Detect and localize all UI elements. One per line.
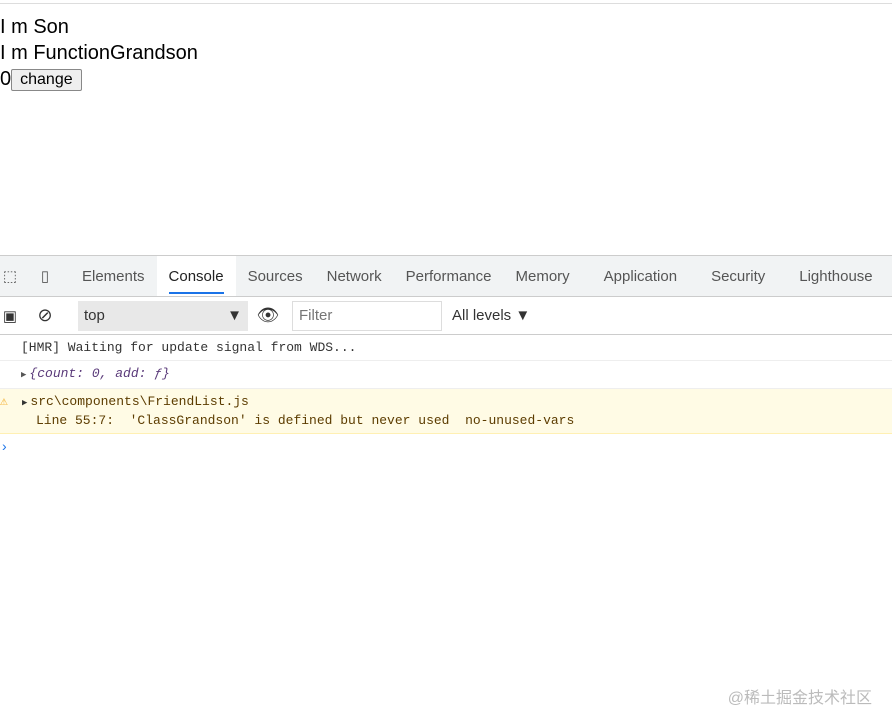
watermark: @稀土掘金技术社区 [727, 690, 872, 707]
grandson-text: I m FunctionGrandson [0, 42, 198, 64]
devtools-panel: ⬚ ▯ Elements Console Sources Network Per… [0, 255, 892, 724]
context-value: top [84, 307, 105, 324]
object-preview: {count: 0, add: ƒ} [29, 366, 170, 381]
inspect-element-icon[interactable]: ⬚ [0, 267, 20, 285]
expand-triangle-icon[interactable]: ▶ [21, 370, 26, 380]
console-warning: ⚠ ▶ src\components\FriendList.js Line 55:… [0, 389, 892, 434]
tab-application[interactable]: Application [592, 256, 699, 296]
tab-performance[interactable]: Performance [394, 256, 504, 296]
tab-console[interactable]: Console [156, 256, 236, 296]
tab-elements[interactable]: Elements [70, 256, 157, 296]
filter-input[interactable] [292, 300, 442, 331]
tab-lighthouse[interactable]: Lighthouse [787, 256, 884, 296]
count-value: 0 [0, 68, 12, 90]
son-text: I m Son [0, 16, 69, 38]
sidebar-toggle-icon[interactable]: ▣ [0, 307, 20, 325]
tab-sources[interactable]: Sources [236, 256, 315, 296]
tab-network[interactable]: Network [315, 256, 394, 296]
warning-icon: ⚠ [0, 394, 8, 409]
console-message: [HMR] Waiting for update signal from WDS… [0, 335, 892, 361]
expand-triangle-icon[interactable]: ▶ [22, 398, 27, 408]
change-button[interactable]: change [11, 68, 82, 91]
tab-security[interactable]: Security [699, 256, 787, 296]
divider [0, 3, 892, 4]
warning-file[interactable]: src\components\FriendList.js [30, 394, 248, 409]
devtools-tabs: ⬚ ▯ Elements Console Sources Network Per… [0, 256, 892, 297]
warning-text: Line 55:7: 'ClassGrandson' is defined bu… [36, 413, 575, 428]
clear-console-icon[interactable]: ⊘ [20, 305, 70, 326]
console-toolbar: ▣ ⊘ top ▼ 👁 All levels ▼ [0, 297, 892, 335]
context-select[interactable]: top ▼ [78, 300, 248, 331]
console-message-object[interactable]: ▶ {count: 0, add: ƒ} [0, 361, 892, 389]
page-content: I m Son I m FunctionGrandson 0 change [0, 14, 198, 92]
tab-memory[interactable]: Memory [504, 256, 592, 296]
console-prompt[interactable]: › [0, 434, 892, 458]
eye-icon[interactable]: 👁 [248, 305, 288, 326]
dropdown-arrow-icon: ▼ [227, 307, 242, 324]
device-toolbar-icon[interactable]: ▯ [20, 267, 70, 285]
log-levels-select[interactable]: All levels ▼ [452, 307, 530, 324]
